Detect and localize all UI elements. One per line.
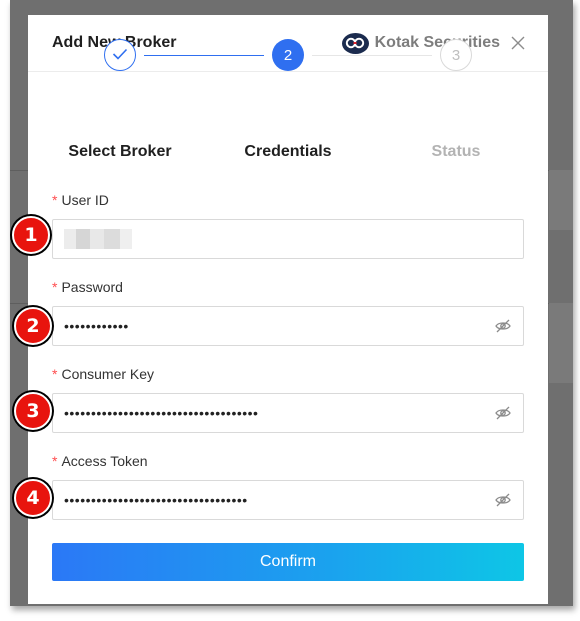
step-3-pending: 3 bbox=[440, 39, 472, 71]
redacted-user-id bbox=[64, 229, 132, 249]
user-id-input[interactable] bbox=[52, 219, 524, 259]
access-token-value: •••••••••••••••••••••••••••••••••• bbox=[64, 492, 248, 508]
password-value: •••••••••••• bbox=[64, 318, 129, 334]
annotation-badge-3: 3 bbox=[14, 392, 52, 430]
step-connector bbox=[144, 55, 264, 56]
step-1-done bbox=[104, 39, 136, 71]
eye-hidden-icon[interactable] bbox=[494, 491, 512, 509]
access-token-label: * Access Token bbox=[52, 453, 148, 469]
step-connector bbox=[312, 55, 432, 56]
required-mark: * bbox=[52, 366, 58, 382]
consumer-key-label-text: Consumer Key bbox=[61, 366, 155, 382]
check-icon bbox=[112, 47, 128, 64]
access-token-label-text: Access Token bbox=[61, 453, 148, 469]
step-label-credentials: Credentials bbox=[244, 143, 332, 160]
annotation-badge-1: 1 bbox=[12, 216, 50, 254]
annotation-badge-2: 2 bbox=[14, 307, 52, 345]
required-mark: * bbox=[52, 279, 58, 295]
broker-brand: Kotak Securities bbox=[341, 32, 500, 54]
broker-name: Kotak Securities bbox=[374, 34, 500, 51]
kotak-logo-icon bbox=[341, 32, 369, 54]
confirm-button[interactable]: Confirm bbox=[52, 543, 524, 581]
step-label-status: Status bbox=[431, 143, 481, 160]
required-mark: * bbox=[52, 192, 58, 208]
backdrop-panel bbox=[549, 303, 573, 383]
required-mark: * bbox=[52, 453, 58, 469]
access-token-input[interactable]: •••••••••••••••••••••••••••••••••• bbox=[52, 480, 524, 520]
step-2-active: 2 bbox=[272, 39, 304, 71]
close-icon[interactable] bbox=[510, 35, 526, 51]
add-broker-modal: Add New Broker Kotak Securities 2 3 Sele… bbox=[28, 15, 548, 604]
eye-hidden-icon[interactable] bbox=[494, 317, 512, 335]
eye-hidden-icon[interactable] bbox=[494, 404, 512, 422]
backdrop-panel bbox=[549, 170, 573, 230]
user-id-label: * User ID bbox=[52, 192, 109, 208]
password-label: * Password bbox=[52, 279, 123, 295]
consumer-key-input[interactable]: •••••••••••••••••••••••••••••••••••• bbox=[52, 393, 524, 433]
password-label-text: Password bbox=[61, 279, 123, 295]
annotation-badge-4: 4 bbox=[14, 479, 52, 517]
consumer-key-label: * Consumer Key bbox=[52, 366, 154, 382]
step-label-select-broker: Select Broker bbox=[68, 143, 172, 160]
consumer-key-value: •••••••••••••••••••••••••••••••••••• bbox=[64, 405, 259, 421]
user-id-label-text: User ID bbox=[61, 192, 109, 208]
password-input[interactable]: •••••••••••• bbox=[52, 306, 524, 346]
